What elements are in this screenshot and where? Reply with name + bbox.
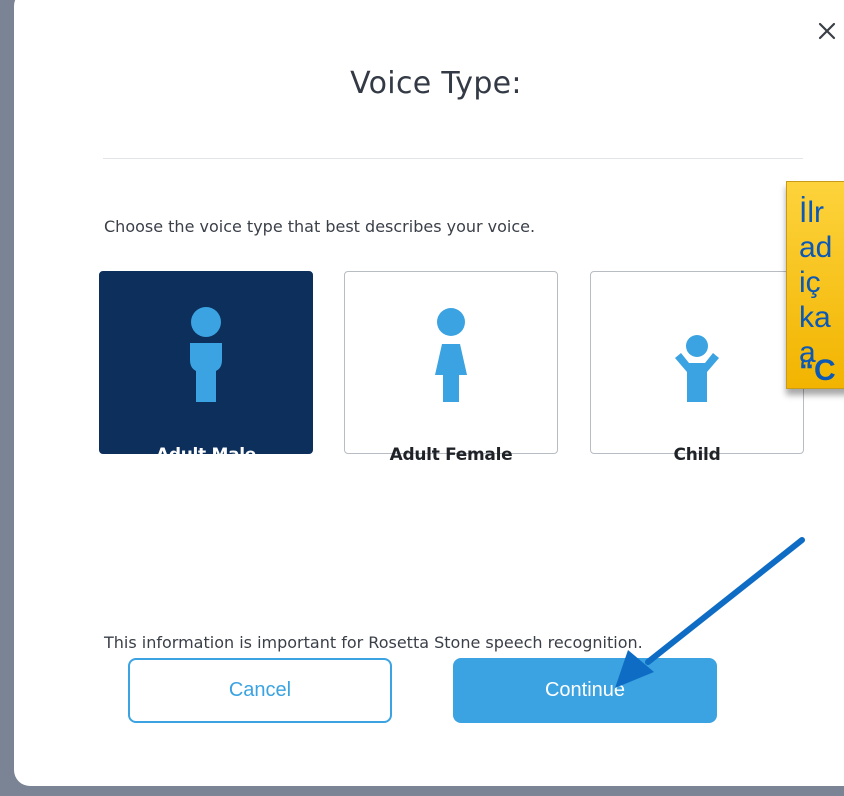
callout-line: “C [799, 354, 836, 387]
option-adult-female[interactable]: Adult Female [344, 271, 558, 465]
option-label: Adult Female [389, 445, 513, 465]
dialog-title: Voice Type: [350, 66, 522, 101]
option-label: Adult Male [155, 445, 257, 465]
child-icon [675, 335, 719, 402]
callout-line: ad [799, 231, 833, 264]
option-child[interactable]: Child [590, 271, 804, 465]
voice-type-dialog: Voice Type: Choose the voice type that b… [14, 0, 844, 786]
info-text: This information is important for Rosett… [104, 633, 643, 652]
screen: Voice Type: Choose the voice type that b… [0, 0, 844, 796]
voice-type-prompt: Choose the voice type that best describe… [104, 217, 536, 236]
callout-line: İlr [799, 196, 824, 229]
callout-line: ka [799, 301, 831, 334]
option-adult-male[interactable]: Adult Male [99, 271, 313, 465]
adult-male-icon [190, 307, 222, 402]
close-button[interactable] [810, 14, 844, 48]
adult-female-icon [435, 308, 467, 402]
continue-button[interactable]: Continue [453, 658, 717, 723]
cancel-button[interactable]: Cancel [128, 658, 392, 723]
option-label: Child [673, 445, 721, 465]
annotation-callout: İlr ad iç ka a “C [786, 181, 844, 389]
callout-line: iç [799, 266, 821, 299]
close-icon [818, 22, 836, 40]
divider [103, 158, 803, 159]
